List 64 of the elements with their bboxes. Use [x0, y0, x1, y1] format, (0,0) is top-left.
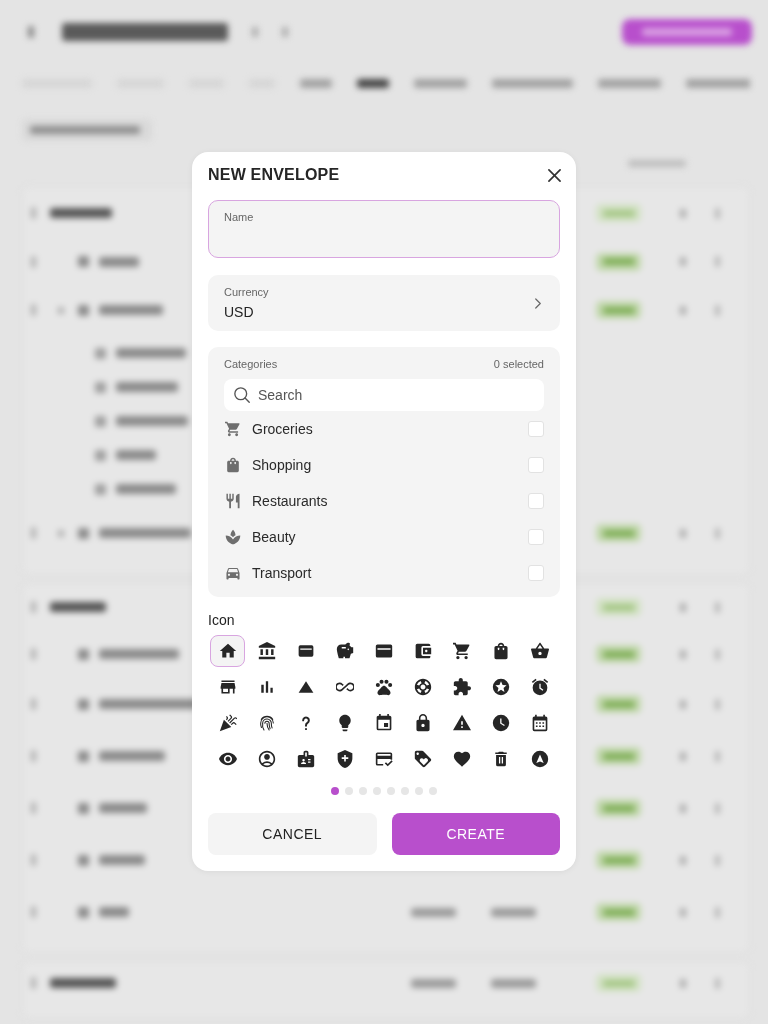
page-dot[interactable] — [415, 787, 423, 795]
category-label: Restaurants — [252, 493, 329, 509]
category-label: Groceries — [252, 421, 314, 437]
paw-icon — [375, 678, 393, 696]
lock-icon — [414, 714, 433, 732]
checkbox[interactable] — [528, 529, 544, 545]
credit-card-icon — [375, 642, 393, 660]
category-label: Transport — [252, 565, 313, 581]
puzzle-piece-icon — [453, 678, 472, 696]
eye-icon — [218, 750, 237, 768]
name-field[interactable] — [208, 200, 560, 258]
car-icon — [225, 565, 241, 581]
party-popper-icon — [218, 714, 237, 732]
search-icon — [234, 387, 250, 403]
shopping-bag-icon — [492, 642, 511, 660]
checkbox[interactable] — [528, 457, 544, 473]
dialog-title: NEW ENVELOPE — [208, 166, 340, 184]
page-dot[interactable] — [401, 787, 409, 795]
currency-select[interactable]: Currency USD — [208, 275, 560, 331]
storefront-icon — [218, 678, 237, 696]
warning-icon — [453, 714, 472, 732]
page-dot[interactable] — [429, 787, 437, 795]
category-label: Shopping — [252, 457, 313, 473]
piggy-bank-icon — [335, 642, 354, 660]
tag-heart-icon — [414, 750, 433, 768]
icon-choice[interactable] — [210, 635, 246, 667]
calendar-event-icon — [375, 714, 393, 732]
search-field[interactable]: Search — [224, 379, 544, 411]
bank-icon — [257, 642, 276, 660]
card-check-icon — [375, 750, 393, 768]
fingerprint-icon — [257, 714, 276, 732]
card-wallet-icon — [296, 642, 315, 660]
cancel-button[interactable]: CANCEL — [208, 813, 377, 855]
checkbox[interactable] — [528, 421, 544, 437]
close-icon — [547, 168, 561, 182]
heart-icon — [453, 750, 472, 768]
fork-knife-icon — [225, 493, 241, 509]
page-dot[interactable] — [359, 787, 367, 795]
page-dot[interactable] — [387, 787, 395, 795]
lifebuoy-icon — [414, 678, 433, 696]
alarm-clock-icon — [531, 678, 550, 696]
name-field-label: Name — [224, 210, 254, 224]
calendar-icon — [531, 714, 550, 732]
category-label: Beauty — [252, 529, 297, 545]
clock-icon — [492, 714, 511, 732]
create-button[interactable]: CREATE — [391, 813, 560, 855]
categories-label: Categories — [224, 357, 278, 371]
cart-icon — [453, 642, 472, 660]
basket-icon — [531, 642, 550, 660]
house-icon — [218, 642, 237, 660]
id-badge-icon — [296, 750, 315, 768]
wallet-icon — [414, 642, 433, 660]
page-dot[interactable] — [331, 787, 339, 795]
chevron-right-icon — [535, 297, 541, 309]
shield-plus-icon — [335, 750, 354, 768]
icon-section-label: Icon — [208, 611, 236, 629]
checkbox[interactable] — [528, 493, 544, 509]
page-dot[interactable] — [373, 787, 381, 795]
cart-icon — [225, 421, 241, 437]
lotus-icon — [225, 529, 241, 545]
checkbox[interactable] — [528, 565, 544, 581]
shopping-bag-icon — [225, 457, 241, 473]
selected-count: 0 selected — [493, 357, 544, 371]
page-dot[interactable] — [345, 787, 353, 795]
